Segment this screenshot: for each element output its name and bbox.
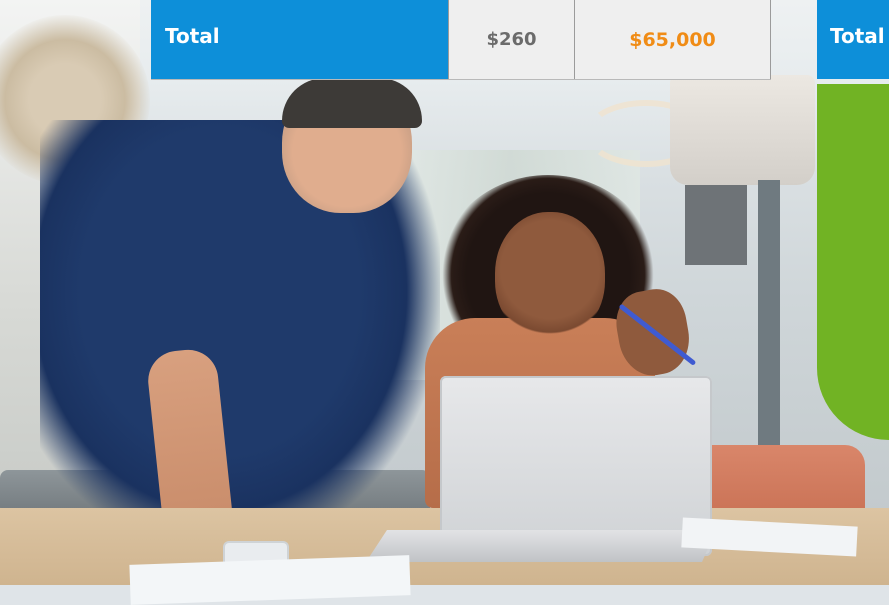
man-hair [282, 78, 422, 128]
paper-sheet [129, 555, 411, 605]
right-total-label: Total [817, 0, 889, 79]
floor-lamp-shade [670, 75, 815, 185]
laptop-screen [440, 376, 712, 556]
floor-lamp-pole [758, 180, 780, 480]
speaker [685, 185, 747, 265]
green-accent-panel [817, 84, 889, 440]
total-amount-cell: $65,000 [574, 0, 771, 79]
woman-face [495, 212, 605, 340]
office-photo [0, 0, 889, 605]
total-row-label: Total [151, 0, 448, 79]
pricing-total-row: Total $260 $65,000 [151, 0, 771, 80]
laptop-base [366, 530, 716, 562]
price-cell: $260 [448, 0, 574, 79]
